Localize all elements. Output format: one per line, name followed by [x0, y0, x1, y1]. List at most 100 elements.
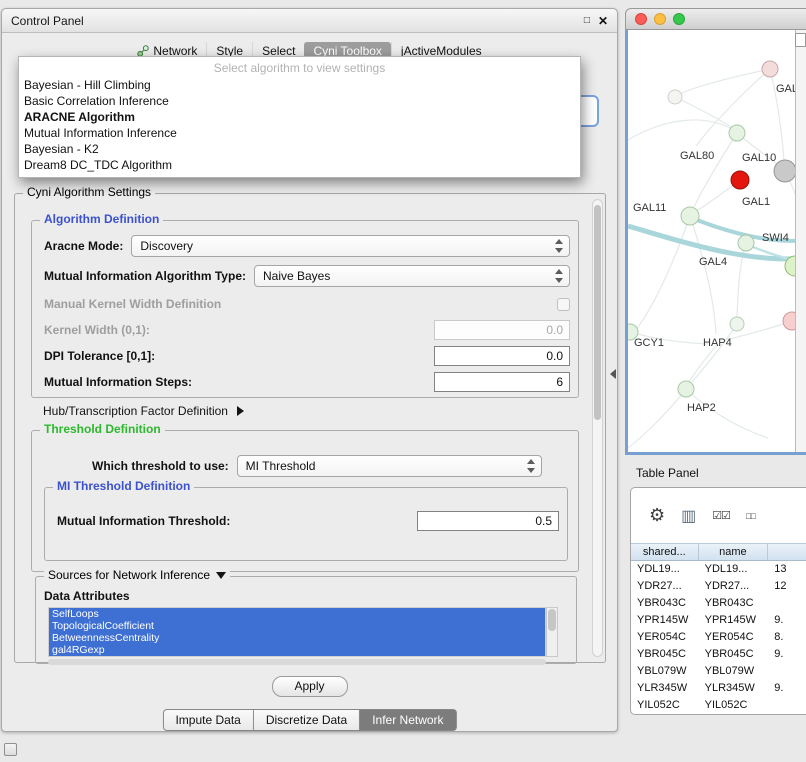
- table-cell: 9.: [768, 646, 806, 663]
- network-node[interactable]: [730, 317, 744, 331]
- network-view-window: GAL8GAL80GAL10GAL11GAL1SWI4GAL4GCY1HAP4H…: [625, 8, 806, 455]
- bottom-tab-impute-data[interactable]: Impute Data: [162, 709, 253, 731]
- table-cell: YER054C: [631, 629, 699, 646]
- network-node[interactable]: [729, 125, 745, 141]
- algorithm-option-bayesian-hill-climbing[interactable]: Bayesian - Hill Climbing: [19, 77, 580, 93]
- mi-threshold-definition-title: MI Threshold Definition: [53, 479, 194, 494]
- network-edge: [694, 133, 737, 207]
- network-node-label: GAL10: [742, 152, 776, 164]
- minimize-traffic-light[interactable]: [654, 13, 666, 25]
- expand-right-icon: [237, 406, 244, 416]
- network-node[interactable]: [762, 61, 778, 77]
- network-node[interactable]: [738, 235, 754, 251]
- algorithm-option-mutual-information-inference[interactable]: Mutual Information Inference: [19, 125, 580, 141]
- bottom-tab-infer-network[interactable]: Infer Network: [360, 709, 456, 731]
- apply-button[interactable]: Apply: [272, 676, 348, 697]
- sources-title-label: Sources for Network Inference: [48, 568, 210, 583]
- algorithm-option-aracne-algorithm[interactable]: ARACNE Algorithm: [19, 109, 580, 125]
- manual-kernel-width-label: Manual Kernel Width Definition: [44, 297, 221, 311]
- table-panel: ⚙▥☑☑□□ shared...name YDL19...YDL19...13Y…: [630, 487, 806, 715]
- control-panel-titlebar[interactable]: Control Panel □ ✕: [2, 9, 617, 33]
- algorithm-option-basic-correlation-inference[interactable]: Basic Correlation Inference: [19, 93, 580, 109]
- stepper-arrows-icon: [527, 459, 535, 473]
- network-node[interactable]: [681, 207, 699, 225]
- columns-icon[interactable]: ▥: [681, 506, 696, 526]
- table-row[interactable]: YER054CYER054C8.: [631, 629, 806, 646]
- attributes-horizontal-scrollbar[interactable]: [48, 659, 546, 665]
- table-cell: YDR27...: [699, 578, 769, 595]
- stepper-arrows-icon: [555, 239, 563, 253]
- dpi-tolerance-input[interactable]: 0.0: [434, 346, 570, 366]
- network-window-titlebar[interactable]: [625, 8, 806, 30]
- mi-steps-row: Mutual Information Steps: 6: [44, 371, 570, 393]
- settings-vertical-scrollbar[interactable]: [592, 199, 603, 657]
- bottom-tab-bar: Impute DataDiscretize DataInfer Network: [162, 709, 456, 731]
- network-node[interactable]: [668, 90, 682, 104]
- algorithm-option-bayesian-k2[interactable]: Bayesian - K2: [19, 141, 580, 157]
- deselect-all-icon[interactable]: □□: [746, 511, 755, 521]
- select-all-icon[interactable]: ☑☑: [712, 509, 730, 522]
- close-traffic-light[interactable]: [635, 13, 647, 25]
- table-row[interactable]: YDL19...YDL19...13: [631, 561, 806, 578]
- hub-transcription-factor-toggle[interactable]: Hub/Transcription Factor Definition: [43, 404, 244, 418]
- attributes-vertical-scrollbar[interactable]: [546, 607, 558, 657]
- close-window-icon[interactable]: ✕: [598, 14, 608, 28]
- table-row[interactable]: YBL079WYBL079W: [631, 663, 806, 680]
- data-attributes-list[interactable]: SelfLoopsTopologicalCoefficientBetweenne…: [48, 607, 546, 657]
- table-cell: YBL079W: [631, 663, 699, 680]
- table-row[interactable]: YBR043CYBR043C: [631, 595, 806, 612]
- table-row[interactable]: YLR345WYLR345W9.: [631, 680, 806, 697]
- threshold-definition-group: Threshold Definition Which threshold to …: [31, 430, 579, 572]
- mi-steps-input[interactable]: 6: [434, 372, 570, 392]
- data-attribute-item[interactable]: BetweennessCentrality: [49, 632, 545, 644]
- settings-group-title: Cyni Algorithm Settings: [23, 185, 155, 200]
- mi-threshold-input[interactable]: 0.5: [417, 511, 559, 531]
- zoom-traffic-light[interactable]: [673, 13, 685, 25]
- panel-collapse-arrow-icon[interactable]: [610, 369, 616, 379]
- manual-kernel-width-checkbox[interactable]: [557, 298, 570, 311]
- mi-algorithm-type-select[interactable]: Naive Bayes: [254, 265, 570, 287]
- network-vertical-scrollbar[interactable]: [795, 30, 806, 452]
- table-body: YDL19...YDL19...13YDR27...YDR27...12YBR0…: [631, 561, 806, 714]
- bottom-tab-discretize-data[interactable]: Discretize Data: [254, 709, 360, 731]
- table-row[interactable]: YPR145WYPR145W9.: [631, 612, 806, 629]
- network-node[interactable]: [774, 160, 796, 182]
- sources-title[interactable]: Sources for Network Inference: [44, 568, 230, 583]
- algorithm-option-dream8-dc-tdc-algorithm[interactable]: Dream8 DC_TDC Algorithm: [19, 157, 580, 173]
- float-window-icon[interactable]: □: [584, 15, 590, 26]
- column-header[interactable]: [768, 544, 806, 560]
- algorithm-dropdown-list: Bayesian - Hill ClimbingBasic Correlatio…: [19, 77, 580, 173]
- network-icon: [137, 45, 149, 57]
- network-edge: [628, 389, 686, 448]
- which-threshold-label: Which threshold to use:: [92, 459, 229, 473]
- network-edge: [675, 69, 770, 97]
- cyni-algorithm-settings-group: Cyni Algorithm Settings Algorithm Defini…: [14, 193, 606, 663]
- column-header[interactable]: shared...: [631, 544, 699, 560]
- data-attribute-item[interactable]: TopologicalCoefficient: [49, 620, 545, 632]
- table-cell: 9.: [768, 612, 806, 629]
- gear-icon[interactable]: ⚙: [649, 505, 665, 526]
- window-title: Control Panel: [11, 14, 84, 28]
- table-cell: [768, 697, 806, 714]
- column-header[interactable]: name: [699, 544, 769, 560]
- table-cell: 8.: [768, 629, 806, 646]
- network-canvas[interactable]: GAL8GAL80GAL10GAL11GAL1SWI4GAL4GCY1HAP4H…: [625, 30, 806, 455]
- table-cell: [768, 595, 806, 612]
- network-node[interactable]: [678, 381, 694, 397]
- mi-steps-label: Mutual Information Steps:: [44, 375, 192, 389]
- aracne-mode-select[interactable]: Discovery: [131, 235, 570, 257]
- data-attribute-item[interactable]: SelfLoops: [49, 608, 545, 620]
- minimized-panel-icon[interactable]: [4, 743, 17, 756]
- kernel-width-input[interactable]: 0.0: [434, 320, 570, 340]
- table-cell: 13: [768, 561, 806, 578]
- network-node[interactable]: [731, 171, 749, 189]
- table-row[interactable]: YIL052CYIL052C: [631, 697, 806, 714]
- network-graph: GAL8GAL80GAL10GAL11GAL1SWI4GAL4GCY1HAP4H…: [628, 30, 798, 452]
- data-attribute-item[interactable]: gal4RGexp: [49, 644, 545, 656]
- network-edge: [690, 216, 716, 334]
- network-edge: [692, 324, 737, 382]
- algorithm-definition-title: Algorithm Definition: [40, 212, 163, 227]
- table-row[interactable]: YDR27...YDR27...12: [631, 578, 806, 595]
- table-row[interactable]: YBR045CYBR045C9.: [631, 646, 806, 663]
- which-threshold-select[interactable]: MI Threshold: [237, 455, 542, 477]
